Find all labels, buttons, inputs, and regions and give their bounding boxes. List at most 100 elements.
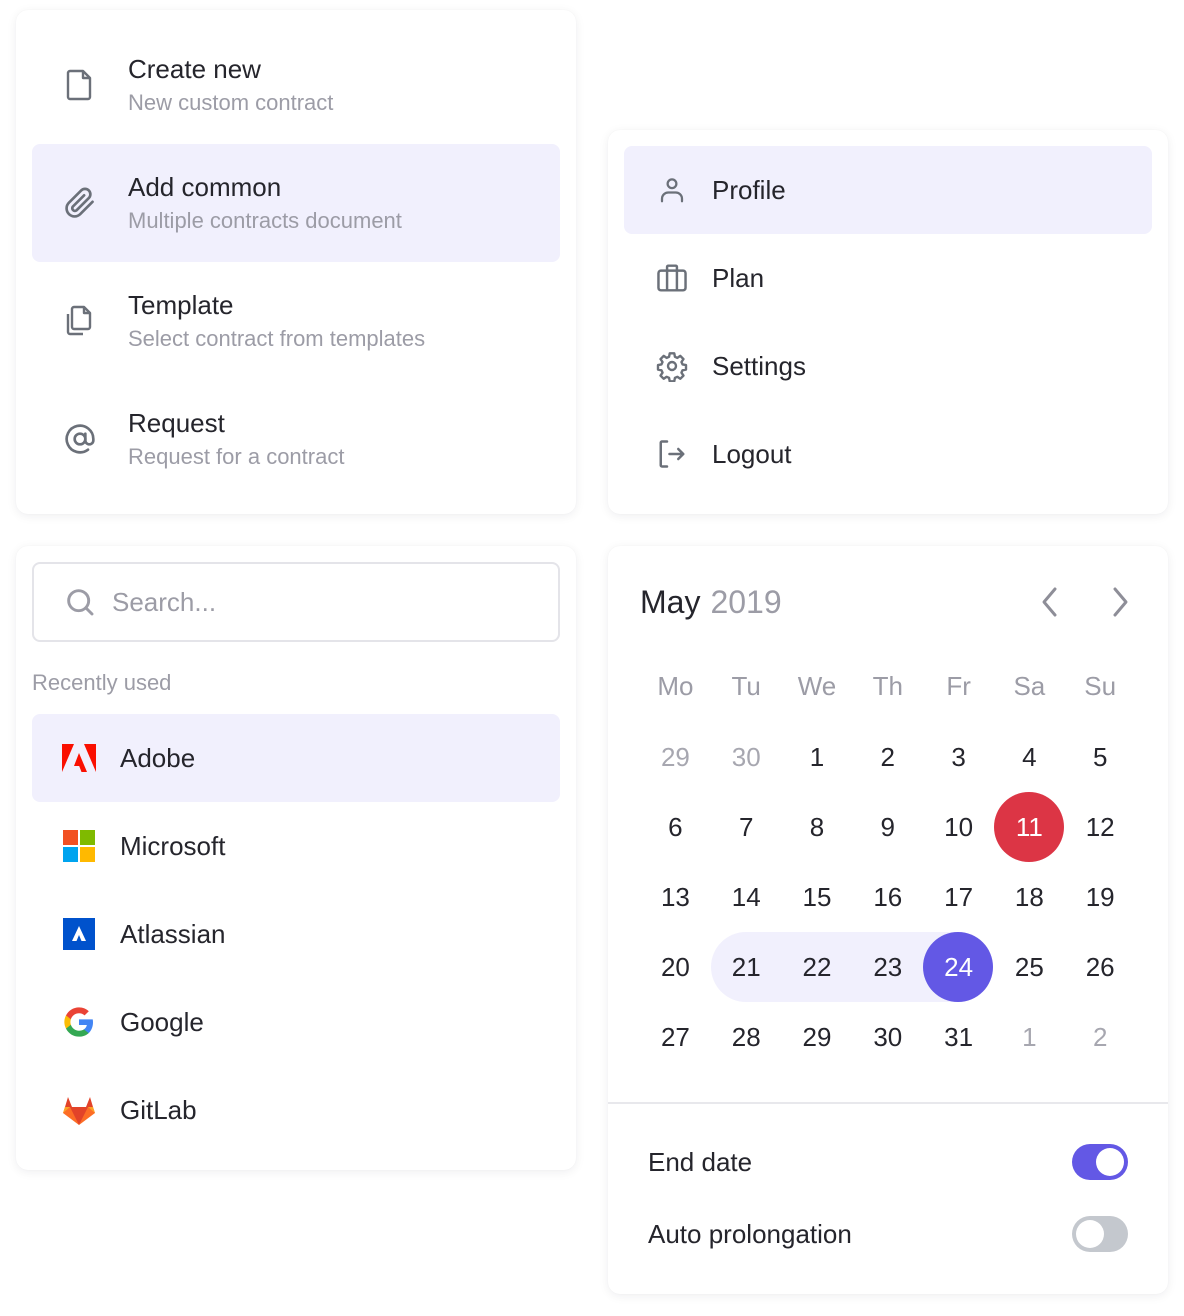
calendar-day[interactable]: 30 xyxy=(852,1002,923,1072)
calendar-week-row: 27 28 29 30 31 1 2 xyxy=(640,1002,1136,1072)
adobe-logo-icon xyxy=(62,741,96,775)
weekday-label: Mo xyxy=(657,670,694,701)
chevron-right-icon xyxy=(1113,587,1128,617)
search-field[interactable] xyxy=(32,562,560,642)
gitlab-logo-icon xyxy=(62,1093,96,1127)
calendar-day[interactable]: 6 xyxy=(640,792,711,862)
calendar-day-outside[interactable]: 2 xyxy=(1065,1002,1136,1072)
calendar-day-outside[interactable]: 1 xyxy=(994,1002,1065,1072)
app-label: Atlassian xyxy=(120,918,226,949)
menu-item-label: Settings xyxy=(712,350,806,381)
calendar-day[interactable]: 22 xyxy=(782,932,853,1002)
menu-item-logout[interactable]: Logout xyxy=(624,410,1152,498)
search-icon xyxy=(64,585,98,619)
calendar-day-outside[interactable]: 30 xyxy=(711,722,782,792)
menu-item-label: Plan xyxy=(712,262,765,293)
calendar-day-selected[interactable]: 24 xyxy=(923,932,994,1002)
profile-menu: Profile Plan Settings Logout xyxy=(608,130,1168,514)
item-subtitle: Request for a contract xyxy=(128,444,345,469)
calendar-day[interactable]: 3 xyxy=(923,722,994,792)
item-title: Template xyxy=(128,290,234,320)
calendar-day[interactable]: 10 xyxy=(923,792,994,862)
calendar-day[interactable]: 25 xyxy=(994,932,1065,1002)
app-item-adobe[interactable]: Adobe xyxy=(32,714,560,802)
item-title: Request xyxy=(128,408,225,438)
app-item-gitlab[interactable]: GitLab xyxy=(32,1066,560,1154)
menu-item-profile[interactable]: Profile xyxy=(624,146,1152,234)
calendar-week-row: 13 14 15 16 17 18 19 xyxy=(640,862,1136,932)
calendar-day[interactable]: 9 xyxy=(852,792,923,862)
paperclip-icon xyxy=(64,187,96,219)
create-contract-menu: Create new New custom contract Add commo… xyxy=(16,10,576,514)
calendar-week-row: 6 7 8 9 10 11 12 xyxy=(640,792,1136,862)
end-date-label: End date xyxy=(648,1146,753,1177)
menu-item-plan[interactable]: Plan xyxy=(624,234,1152,322)
calendar-day[interactable]: 31 xyxy=(923,1002,994,1072)
calendar-day[interactable]: 26 xyxy=(1065,932,1136,1002)
auto-prolongation-option: Auto prolongation xyxy=(648,1214,1128,1254)
previous-month-button[interactable] xyxy=(1032,582,1068,622)
calendar-day[interactable]: 12 xyxy=(1065,792,1136,862)
menu-item-template[interactable]: Template Select contract from templates xyxy=(32,262,560,380)
end-date-toggle[interactable] xyxy=(1072,1144,1128,1180)
divider xyxy=(608,1102,1168,1104)
menu-item-request[interactable]: Request Request for a contract xyxy=(32,380,560,498)
calendar-day[interactable]: 18 xyxy=(994,862,1065,932)
calendar-year: 2019 xyxy=(710,583,782,620)
calendar-day[interactable]: 20 xyxy=(640,932,711,1002)
atlassian-logo-icon xyxy=(62,917,96,951)
briefcase-icon xyxy=(654,260,690,296)
weekday-label: Su xyxy=(1084,670,1117,701)
weekday-label: Fr xyxy=(946,670,971,701)
microsoft-logo-icon xyxy=(62,829,96,863)
calendar-day[interactable]: 23 xyxy=(852,932,923,1002)
calendar-day[interactable]: 14 xyxy=(711,862,782,932)
search-input[interactable] xyxy=(112,586,512,618)
copy-icon xyxy=(64,305,96,337)
calendar-day[interactable]: 15 xyxy=(782,862,853,932)
calendar-day[interactable]: 17 xyxy=(923,862,994,932)
calendar-day[interactable]: 2 xyxy=(852,722,923,792)
weekday-header-row: Mo Tu We Th Fr Sa Su xyxy=(640,650,1136,722)
date-picker: May 2019 Mo Tu We Th Fr Sa Su 29 30 1 2 3 4 5 6… xyxy=(608,546,1168,1294)
item-title: Create new xyxy=(128,54,261,84)
next-month-button[interactable] xyxy=(1102,582,1138,622)
app-search-panel: Recently used Adobe Microsoft Atlassian … xyxy=(16,546,576,1170)
auto-prolongation-toggle[interactable] xyxy=(1072,1216,1128,1252)
menu-item-settings[interactable]: Settings xyxy=(624,322,1152,410)
file-icon xyxy=(64,69,96,101)
calendar-day[interactable]: 7 xyxy=(711,792,782,862)
user-icon xyxy=(654,172,690,208)
calendar-day[interactable]: 5 xyxy=(1065,722,1136,792)
toggle-knob xyxy=(1096,1148,1124,1176)
app-label: GitLab xyxy=(120,1094,197,1125)
calendar-day[interactable]: 8 xyxy=(782,792,853,862)
calendar-day-outside[interactable]: 29 xyxy=(640,722,711,792)
at-icon xyxy=(64,423,96,455)
calendar-month: May xyxy=(640,583,701,620)
menu-item-create-new[interactable]: Create new New custom contract xyxy=(32,26,560,144)
calendar-day[interactable]: 27 xyxy=(640,1002,711,1072)
calendar-day[interactable]: 4 xyxy=(994,722,1065,792)
calendar-day[interactable]: 29 xyxy=(782,1002,853,1072)
app-item-google[interactable]: Google xyxy=(32,978,560,1066)
google-logo-icon xyxy=(62,1005,96,1039)
calendar-day[interactable]: 19 xyxy=(1065,862,1136,932)
calendar-day-today[interactable]: 11 xyxy=(993,792,1065,862)
app-item-atlassian[interactable]: Atlassian xyxy=(32,890,560,978)
calendar-day[interactable]: 1 xyxy=(782,722,853,792)
app-item-microsoft[interactable]: Microsoft xyxy=(32,802,560,890)
item-subtitle: Multiple contracts document xyxy=(128,208,402,233)
calendar-day[interactable]: 21 xyxy=(711,932,782,1002)
weekday-label: Sa xyxy=(1013,670,1046,701)
calendar-week-row: 20 21 22 23 24 25 26 xyxy=(640,932,1136,1002)
weekday-label: We xyxy=(797,670,837,701)
menu-item-add-common[interactable]: Add common Multiple contracts document xyxy=(32,144,560,262)
item-subtitle: Select contract from templates xyxy=(128,326,426,351)
calendar-day[interactable]: 13 xyxy=(640,862,711,932)
calendar-week-row: 29 30 1 2 3 4 5 xyxy=(640,722,1136,792)
calendar-day[interactable]: 28 xyxy=(711,1002,782,1072)
item-subtitle: New custom contract xyxy=(128,90,334,115)
calendar-day[interactable]: 16 xyxy=(852,862,923,932)
weekday-label: Tu xyxy=(731,670,761,701)
